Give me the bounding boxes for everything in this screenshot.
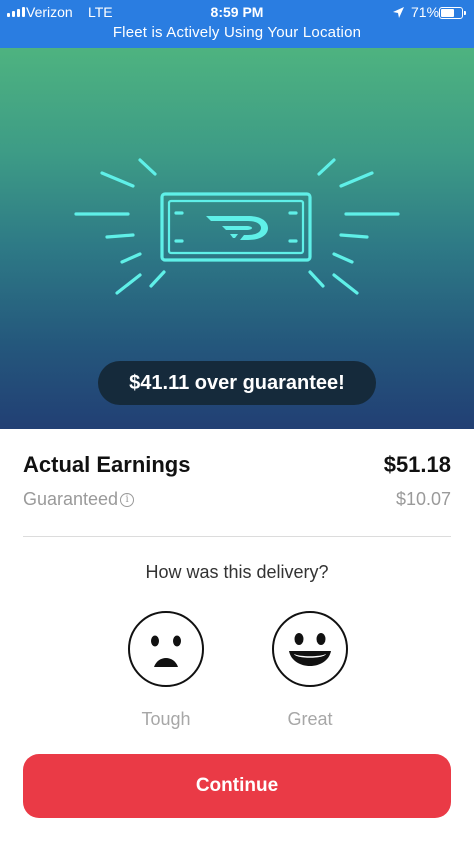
info-icon[interactable]: i: [120, 492, 135, 507]
guaranteed-row[interactable]: Guaranteed i: [23, 489, 135, 510]
rating-great-option[interactable]: Great: [272, 611, 348, 729]
burst-ray: [100, 171, 135, 188]
continue-button[interactable]: Continue: [23, 754, 451, 818]
over-guarantee-badge: $41.11 over guarantee!: [98, 361, 376, 405]
divider: [23, 536, 451, 537]
actual-earnings-amount: $51.18: [383, 452, 451, 477]
rating-tough-option[interactable]: Tough: [128, 611, 204, 729]
burst-ray: [149, 270, 166, 288]
sad-face-icon[interactable]: [128, 611, 204, 687]
actual-earnings-label: Actual Earnings: [23, 452, 191, 477]
rating-great-label: Great: [287, 709, 333, 729]
earnings-hero: $41.11 over guarantee!: [0, 48, 474, 429]
battery-icon: [439, 7, 466, 19]
burst-ray: [332, 252, 354, 264]
burst-ray: [120, 252, 142, 264]
burst-ray: [317, 158, 336, 176]
battery-percent: 71%: [411, 4, 440, 20]
location-banner[interactable]: Fleet is Actively Using Your Location: [0, 24, 474, 41]
rating-tough-label: Tough: [141, 709, 191, 729]
burst-ray: [308, 270, 325, 288]
burst-ray: [105, 233, 135, 239]
burst-ray: [115, 273, 142, 295]
status-row: Verizon LTE 8:59 PM 71%: [0, 4, 474, 22]
guaranteed-amount: $10.07: [395, 489, 451, 509]
burst-ray: [138, 158, 157, 176]
burst-ray: [332, 273, 359, 295]
happy-face-icon[interactable]: [272, 611, 348, 687]
guaranteed-label: Guaranteed: [23, 489, 119, 509]
burst-ray: [339, 171, 374, 188]
burst-ray: [339, 233, 369, 239]
dasher-logo-icon: [206, 216, 268, 240]
location-arrow-icon: [393, 7, 404, 18]
delivery-feedback-question: How was this delivery?: [145, 562, 329, 582]
status-bar: Verizon LTE 8:59 PM 71% Fleet is Activel…: [0, 0, 474, 48]
